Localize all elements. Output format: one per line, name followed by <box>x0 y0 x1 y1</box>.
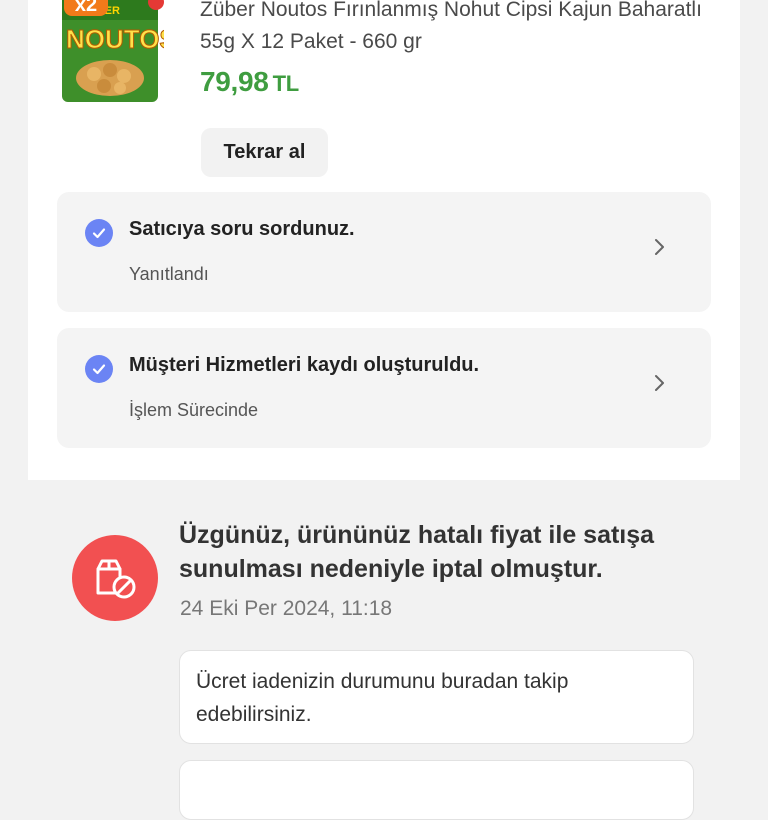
status-row-customer-service[interactable]: Müşteri Hizmetleri kaydı oluşturuldu. İş… <box>57 328 711 448</box>
status-title: Müşteri Hizmetleri kaydı oluşturuldu. <box>129 354 480 376</box>
price-amount: 79,98 <box>200 66 269 97</box>
package-name-text: NOUTOS <box>66 24 164 54</box>
status-subtitle: İşlem Sürecinde <box>129 400 259 420</box>
buy-again-button[interactable]: Tekrar al <box>201 128 328 177</box>
cancelled-package-icon <box>72 535 158 621</box>
next-card[interactable] <box>179 760 694 820</box>
product-title[interactable]: Züber Noutos Fırınlanmış Nohut Cipsi Kaj… <box>200 0 720 58</box>
product-price: 79,98 TL <box>200 66 299 98</box>
refund-tracking-card[interactable]: Ücret iadenizin durumunu buradan takip e… <box>179 650 694 744</box>
status-row-seller-question[interactable]: Satıcıya soru sordunuz. Yanıtlandı <box>57 192 711 312</box>
status-subtitle: Yanıtlandı <box>129 264 209 284</box>
cancellation-message: Üzgünüz, ürününüz hatalı fiyat ile satış… <box>179 521 655 583</box>
price-currency: TL <box>272 71 300 96</box>
check-circle-icon <box>85 219 113 247</box>
chevron-right-icon <box>655 239 664 255</box>
quantity-badge: x2 <box>64 0 108 16</box>
status-title: Satıcıya soru sordunuz. <box>129 218 355 240</box>
chevron-right-icon <box>655 375 664 391</box>
cancellation-date: 24 Eki Per 2024, 11:18 <box>180 597 393 620</box>
check-circle-icon <box>85 355 113 383</box>
